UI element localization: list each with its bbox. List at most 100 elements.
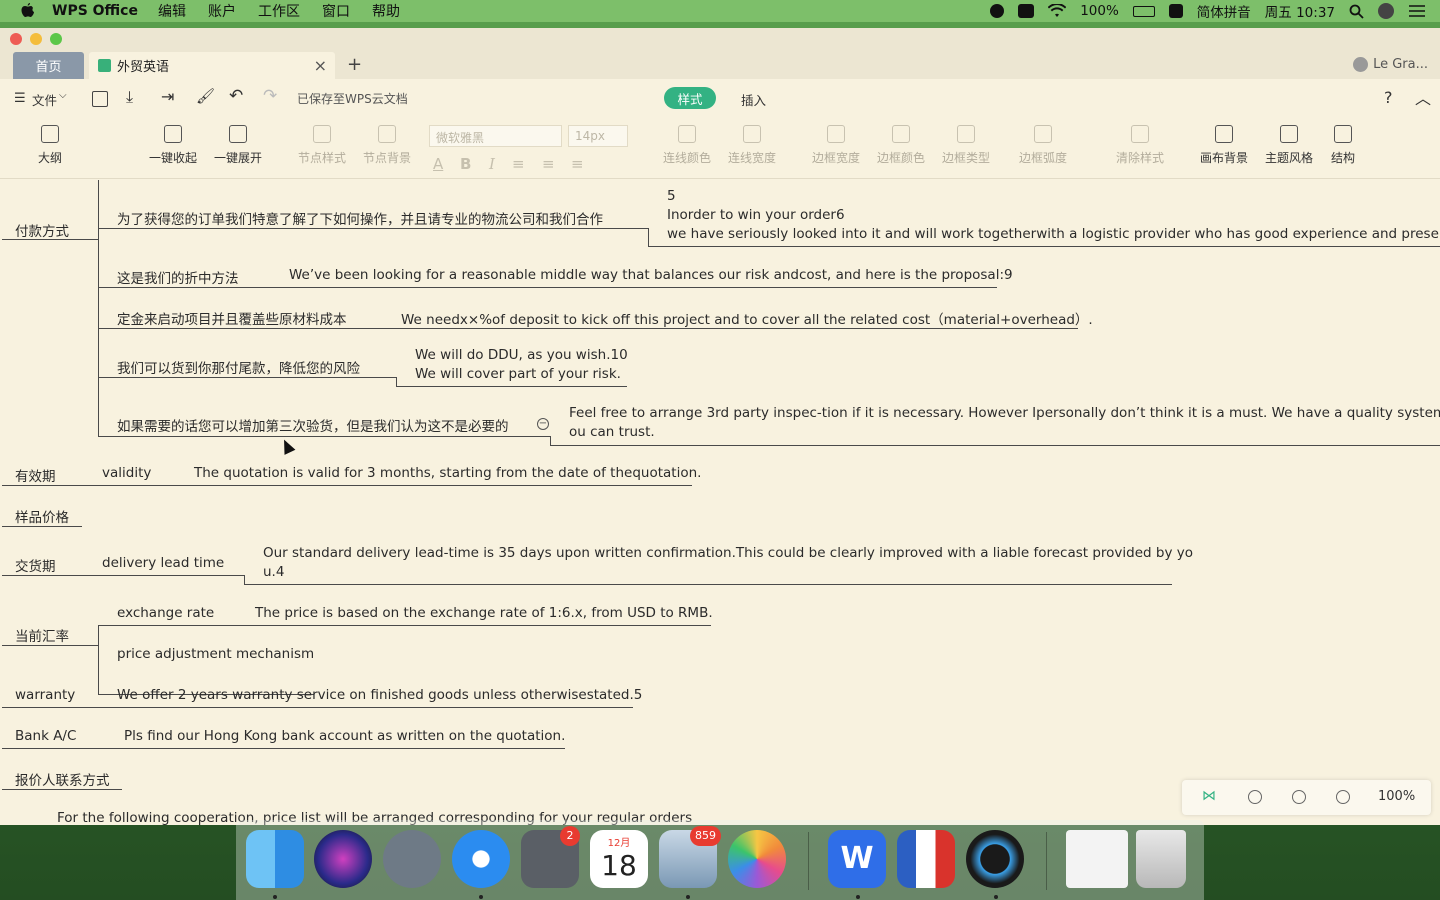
tab-document[interactable]: 外贸英语 × [89,52,335,79]
zoom-out-icon[interactable] [1292,790,1306,804]
wifi-icon[interactable] [1048,4,1067,18]
tab-style[interactable]: 样式 [664,87,716,109]
node-delivery-sub[interactable]: delivery lead time [102,555,224,571]
chevron-down-icon[interactable]: ⌵ [59,90,67,101]
downloads-stack-icon[interactable] [1066,830,1128,888]
node-bank[interactable]: Bank A/C [15,728,76,744]
help-button[interactable]: ? [1384,88,1393,107]
tab-home[interactable]: 首页 [13,52,84,79]
wps-office-icon[interactable]: W [828,830,886,888]
node-payment-en-5a[interactable]: Feel free to arrange 3rd party inspec-ti… [569,405,1440,421]
align-center-icon[interactable]: ≡ [542,155,555,173]
node-background-button[interactable]: 节点背景 [357,125,417,166]
siri-icon[interactable] [314,830,372,888]
spotlight-search-icon[interactable] [1349,4,1364,19]
node-delivery-text-2[interactable]: u.4 [263,564,284,580]
format-painter-icon[interactable]: 🖌 [196,87,215,105]
node-exchange[interactable]: 当前汇率 [15,625,69,645]
preview-icon[interactable] [897,830,955,888]
launchpad-icon[interactable] [383,830,441,888]
node-price-adjustment[interactable]: price adjustment mechanism [117,646,314,662]
collapse-all-button[interactable]: 一键收起 [143,125,203,166]
node-payment-cn-2[interactable]: 这是我们的折中方法 [117,267,239,287]
wps-tray-icon[interactable] [1018,4,1035,18]
siri-icon[interactable] [1378,3,1394,19]
canvas-background-button[interactable]: 画布背景 [1194,125,1254,166]
node-warranty[interactable]: warranty [15,687,75,703]
outline-button[interactable]: 大纲 [20,125,80,166]
italic-button[interactable]: I [489,155,495,173]
border-type-button[interactable]: 边框类型 [936,125,996,166]
undo-icon[interactable]: ↶ [229,86,243,106]
node-payment-en-4b[interactable]: We will cover part of your risk. [415,366,621,382]
redo-icon[interactable]: ↷ [263,86,277,106]
calendar-icon[interactable]: 12月 18 [590,830,648,888]
apple-icon[interactable] [20,3,36,19]
quicktime-icon[interactable] [966,830,1024,888]
node-delivery-text-1[interactable]: Our standard delivery lead-time is 35 da… [263,545,1193,561]
maximize-window-button[interactable] [50,33,62,45]
align-right-icon[interactable]: ≡ [571,155,584,173]
close-tab-icon[interactable]: × [314,56,327,75]
menu-workspace[interactable]: 工作区 [258,1,300,21]
expand-all-button[interactable]: 一键展开 [208,125,268,166]
notification-center-icon[interactable] [1408,4,1426,18]
border-width-button[interactable]: 边框宽度 [806,125,866,166]
font-family-select[interactable]: 微软雅黑 [429,125,562,147]
node-style-button[interactable]: 节点样式 [292,125,352,166]
node-payment-cn-5[interactable]: 如果需要的话您可以增加第三次验货，但是我们认为这不是必要的 [117,415,509,435]
input-method-icon[interactable] [1168,4,1183,18]
node-warranty-text[interactable]: We offer 2 years warranty service on fin… [117,687,642,703]
locate-center-icon[interactable] [1248,790,1262,804]
export-icon[interactable]: ⇥ [161,87,174,106]
battery-icon[interactable] [1132,5,1155,17]
node-exchange-rate-text[interactable]: The price is based on the exchange rate … [255,605,713,621]
collapse-node-icon[interactable]: − [537,418,549,430]
font-size-select[interactable]: 14px [568,125,628,147]
photos-icon[interactable] [728,830,786,888]
trash-icon[interactable] [1136,830,1186,888]
bold-button[interactable]: B [460,155,471,173]
node-payment-en-1b[interactable]: Inorder to win your order6 [667,207,845,223]
user-account[interactable]: Le Gra... [1353,57,1428,72]
node-payment-en-1a[interactable]: 5 [667,188,676,204]
finder-icon[interactable] [246,830,304,888]
mindmap-canvas[interactable]: 付款方式 为了获得您的订单我们特意了解了下如何操作，并且请专业的物流公司和我们合… [0,180,1440,825]
download-icon[interactable]: ⤓ [126,87,133,107]
node-validity-text[interactable]: The quotation is valid for 3 months, sta… [194,465,701,481]
node-payment-en-5b[interactable]: ou can trust. [569,424,655,440]
menu-window[interactable]: 窗口 [322,1,350,21]
new-tab-button[interactable]: + [347,54,362,75]
node-payment[interactable]: 付款方式 [15,220,69,240]
node-sample-price[interactable]: 样品价格 [15,506,69,526]
node-contact[interactable]: 报价人联系方式 [15,769,110,789]
node-payment-cn-1[interactable]: 为了获得您的订单我们特意了解了下如何操作，并且请专业的物流公司和我们合作 [117,208,603,228]
font-color-button[interactable]: A [433,155,443,173]
close-window-button[interactable] [10,33,22,45]
node-payment-en-1c[interactable]: we have seriously looked into it and wil… [667,226,1440,242]
clear-style-button[interactable]: 清除样式 [1110,125,1170,166]
node-validity-sub[interactable]: validity [102,465,151,481]
node-bank-text[interactable]: Pls find our Hong Kong bank account as w… [124,728,565,744]
zoom-level[interactable]: 100% [1378,789,1415,804]
tab-insert[interactable]: 插入 [741,90,766,109]
align-left-icon[interactable]: ≡ [512,155,525,173]
node-validity[interactable]: 有效期 [15,465,56,485]
line-width-button[interactable]: 连线宽度 [722,125,782,166]
screen-record-icon[interactable] [990,4,1005,18]
menu-clock[interactable]: 周五 10:37 [1265,1,1335,21]
file-menu-icon[interactable]: ☰ [14,91,26,106]
node-exchange-rate[interactable]: exchange rate [117,605,214,621]
line-color-button[interactable]: 连线颜色 [657,125,717,166]
node-delivery[interactable]: 交货期 [15,555,56,575]
menu-account[interactable]: 账户 [208,1,236,21]
node-payment-en-3[interactable]: We needx×%of deposit to kick off this pr… [401,308,1093,328]
save-icon[interactable] [92,91,108,107]
node-payment-en-4a[interactable]: We will do DDU, as you wish.10 [415,347,628,363]
node-payment-en-2[interactable]: We’ve been looking for a reasonable midd… [289,267,1013,283]
structure-button[interactable]: 结构 [1313,125,1373,166]
menu-edit[interactable]: 编辑 [158,1,186,21]
border-radius-button[interactable]: 边框弧度 [1013,125,1073,166]
collapse-ribbon-icon[interactable]: ︿ [1415,85,1431,109]
minimize-window-button[interactable] [30,33,42,45]
